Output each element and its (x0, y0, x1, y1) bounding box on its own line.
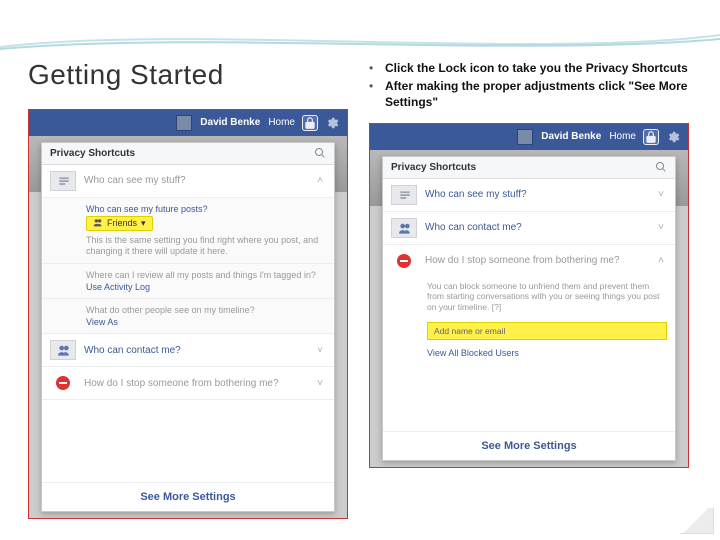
bullet-list: • Click the Lock icon to take you the Pri… (369, 60, 692, 113)
gear-icon[interactable] (325, 116, 339, 130)
chevron-down-icon: ˅ (655, 189, 667, 200)
chevron-down-icon: ˅ (314, 378, 326, 389)
search-icon[interactable] (314, 147, 326, 159)
topbar-username: David Benke (200, 117, 260, 128)
see-more-settings-link[interactable]: See More Settings (42, 482, 334, 511)
row-stop-bother[interactable]: How do I stop someone from bothering me?… (383, 245, 675, 277)
row-label: Who can see my stuff? (425, 189, 647, 200)
privacy-shortcuts-panel: Privacy Shortcuts Who can see my stuff? … (382, 156, 676, 461)
topbar-home-link[interactable]: Home (268, 117, 295, 128)
row-who-contact[interactable]: Who can contact me? ˅ (383, 212, 675, 245)
page-curl-decoration (680, 508, 714, 534)
panel-title: Privacy Shortcuts (50, 148, 135, 159)
screenshot-left: David Benke Home Privacy Shortcuts Who c… (28, 109, 348, 519)
chevron-up-icon: ˄ (655, 255, 667, 266)
bullet-text: Click the Lock icon to take you the Priv… (385, 60, 688, 76)
sub-future-posts: Who can see my future posts? Friends ▾ T… (42, 198, 334, 265)
fb-topbar: David Benke Home (29, 110, 347, 136)
sub-label: What do other people see on my timeline? (86, 305, 326, 315)
row-label: Who can contact me? (84, 345, 306, 356)
avatar (517, 129, 533, 145)
block-description: You can block someone to unfriend them a… (383, 277, 675, 319)
activity-log-link[interactable]: Use Activity Log (86, 282, 326, 292)
sub-label: Who can see my future posts? (86, 204, 326, 214)
view-blocked-link[interactable]: View All Blocked Users (383, 344, 675, 364)
friends-label: Friends (107, 218, 137, 228)
lock-icon[interactable] (644, 130, 658, 144)
sub-review: Where can I review all my posts and thin… (42, 264, 334, 299)
sub-viewas: What do other people see on my timeline?… (42, 299, 334, 334)
row-who-see-stuff[interactable]: Who can see my stuff? ˅ (383, 179, 675, 212)
block-name-input[interactable]: Add name or email (427, 322, 667, 340)
chevron-down-icon: ˅ (314, 345, 326, 356)
chevron-down-icon: ˅ (655, 222, 667, 233)
privacy-shortcuts-panel: Privacy Shortcuts Who can see my stuff? … (41, 142, 335, 512)
screenshot-right: David Benke Home Privacy Shortcuts Who c… (369, 123, 689, 468)
view-as-link[interactable]: View As (86, 317, 326, 327)
row-label: How do I stop someone from bothering me? (425, 255, 647, 266)
gear-icon[interactable] (666, 130, 680, 144)
fb-topbar: David Benke Home (370, 124, 688, 150)
stop-icon (397, 254, 411, 268)
future-desc: This is the same setting you find right … (86, 235, 326, 258)
row-label: How do I stop someone from bothering me? (84, 378, 306, 389)
search-icon[interactable] (655, 161, 667, 173)
topbar-home-link[interactable]: Home (609, 131, 636, 142)
row-label: Who can contact me? (425, 222, 647, 233)
stop-icon (56, 376, 70, 390)
chevron-up-icon: ˄ (314, 175, 326, 186)
bullet-text: After making the proper adjustments clic… (385, 78, 692, 110)
row-stop-bother[interactable]: How do I stop someone from bothering me?… (42, 367, 334, 400)
slide-title: Getting Started (28, 60, 351, 91)
sub-label: Where can I review all my posts and thin… (86, 270, 326, 280)
see-more-settings-link[interactable]: See More Settings (383, 431, 675, 460)
row-who-see-stuff[interactable]: Who can see my stuff? ˄ (42, 165, 334, 198)
panel-title: Privacy Shortcuts (391, 162, 476, 173)
chevron-down-icon: ▾ (141, 218, 146, 229)
bullet-dot: • (369, 78, 375, 110)
row-who-contact[interactable]: Who can contact me? ˅ (42, 334, 334, 367)
bullet-dot: • (369, 60, 375, 76)
row-label: Who can see my stuff? (84, 175, 306, 186)
lock-icon[interactable] (303, 116, 317, 130)
friends-dropdown[interactable]: Friends ▾ (86, 216, 153, 231)
topbar-username: David Benke (541, 131, 601, 142)
avatar (176, 115, 192, 131)
